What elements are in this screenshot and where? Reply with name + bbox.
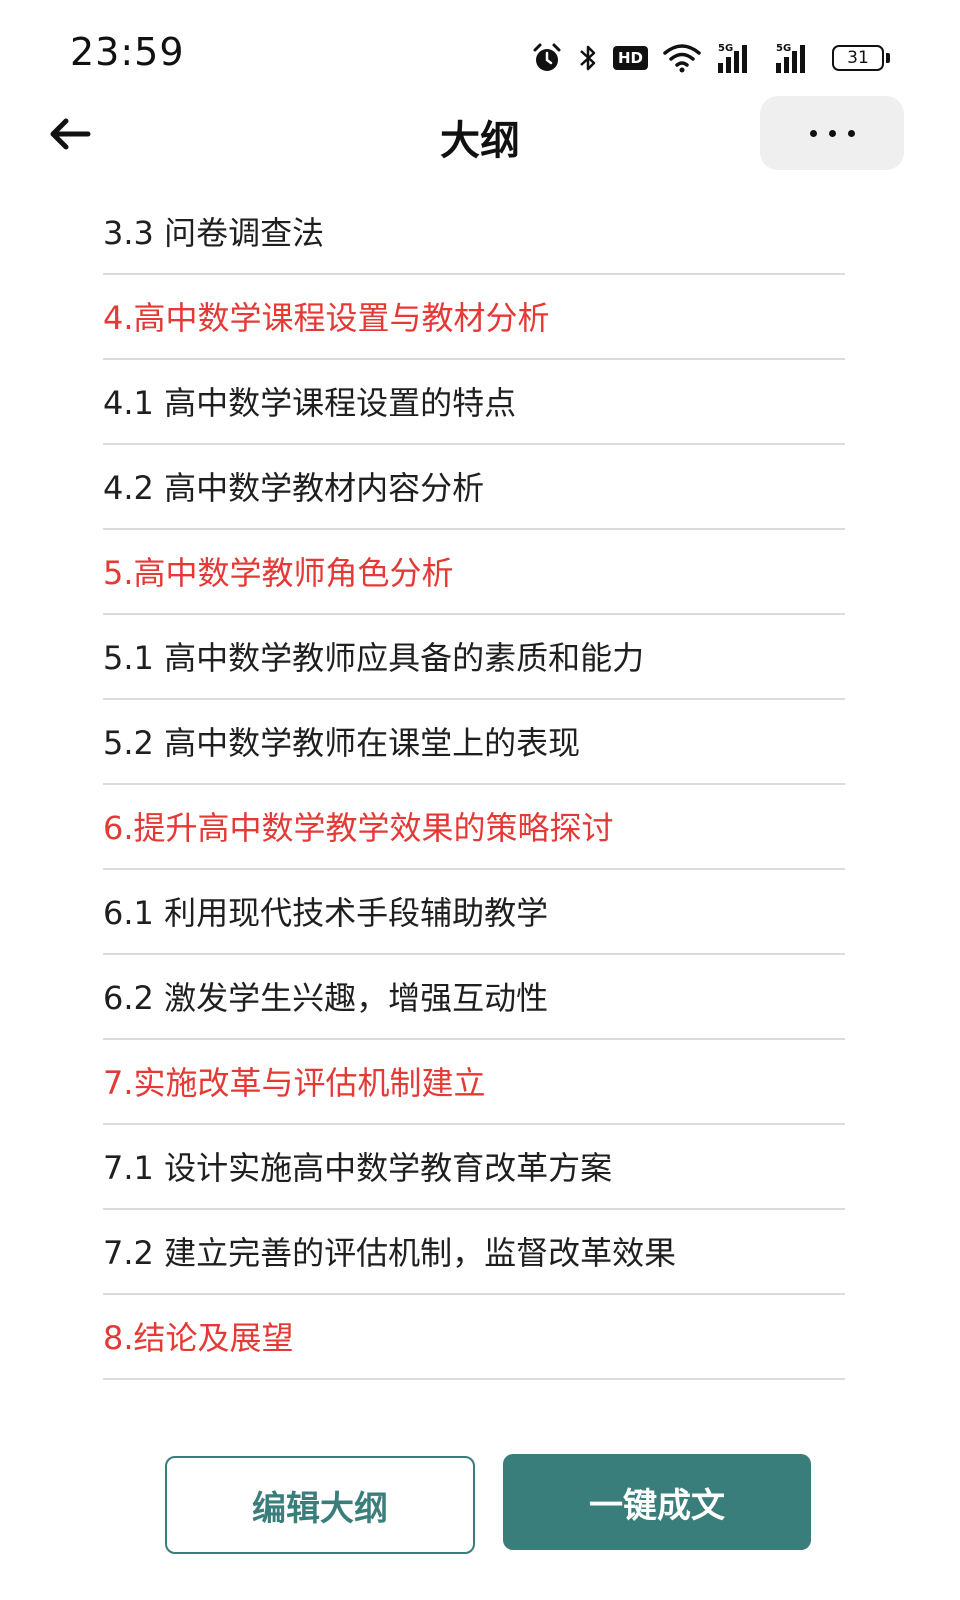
wifi-icon (662, 42, 702, 74)
header: 大纲 (0, 92, 960, 176)
outline-item: 6.1 利用现代技术手段辅助教学 (103, 870, 845, 955)
edit-outline-button[interactable]: 编辑大纲 (165, 1456, 475, 1554)
signal-5g-icon: 5G (716, 41, 760, 75)
more-options-button[interactable] (760, 96, 904, 170)
alarm-icon (531, 42, 563, 74)
more-dot-icon (847, 129, 855, 137)
status-icons: HD 5G 5G 31 (531, 38, 890, 78)
status-time: 23:59 (70, 30, 185, 74)
outline-item: 7.实施改革与评估机制建立 (103, 1040, 845, 1125)
hd-badge: HD (612, 46, 648, 70)
signal-5g-icon-2: 5G (774, 41, 818, 75)
outline-item: 4.1 高中数学课程设置的特点 (103, 360, 845, 445)
outline-item: 4.高中数学课程设置与教材分析 (103, 275, 845, 360)
generate-article-button[interactable]: 一键成文 (503, 1454, 811, 1550)
outline-item: 5.2 高中数学教师在课堂上的表现 (103, 700, 845, 785)
more-dot-icon (828, 129, 836, 137)
outline-item: 3.3 问卷调查法 (103, 190, 845, 275)
bluetooth-icon (577, 42, 599, 74)
outline-item: 5.高中数学教师角色分析 (103, 530, 845, 615)
signal-5g-label-2: 5G (776, 43, 791, 54)
battery-icon: 31 (832, 45, 890, 71)
more-dot-icon (809, 129, 817, 137)
outline-item: 6.提升高中数学教学效果的策略探讨 (103, 785, 845, 870)
signal-5g-label: 5G (718, 43, 733, 54)
outline-item: 8.结论及展望 (103, 1295, 845, 1380)
battery-level: 31 (832, 45, 884, 71)
outline-item: 7.2 建立完善的评估机制，监督改革效果 (103, 1210, 845, 1295)
outline-item: 4.2 高中数学教材内容分析 (103, 445, 845, 530)
outline-item: 6.2 激发学生兴趣，增强互动性 (103, 955, 845, 1040)
outline-item: 7.1 设计实施高中数学教育改革方案 (103, 1125, 845, 1210)
outline-list: 3.3 问卷调查法 4.高中数学课程设置与教材分析 4.1 高中数学课程设置的特… (103, 190, 845, 1380)
outline-item: 5.1 高中数学教师应具备的素质和能力 (103, 615, 845, 700)
